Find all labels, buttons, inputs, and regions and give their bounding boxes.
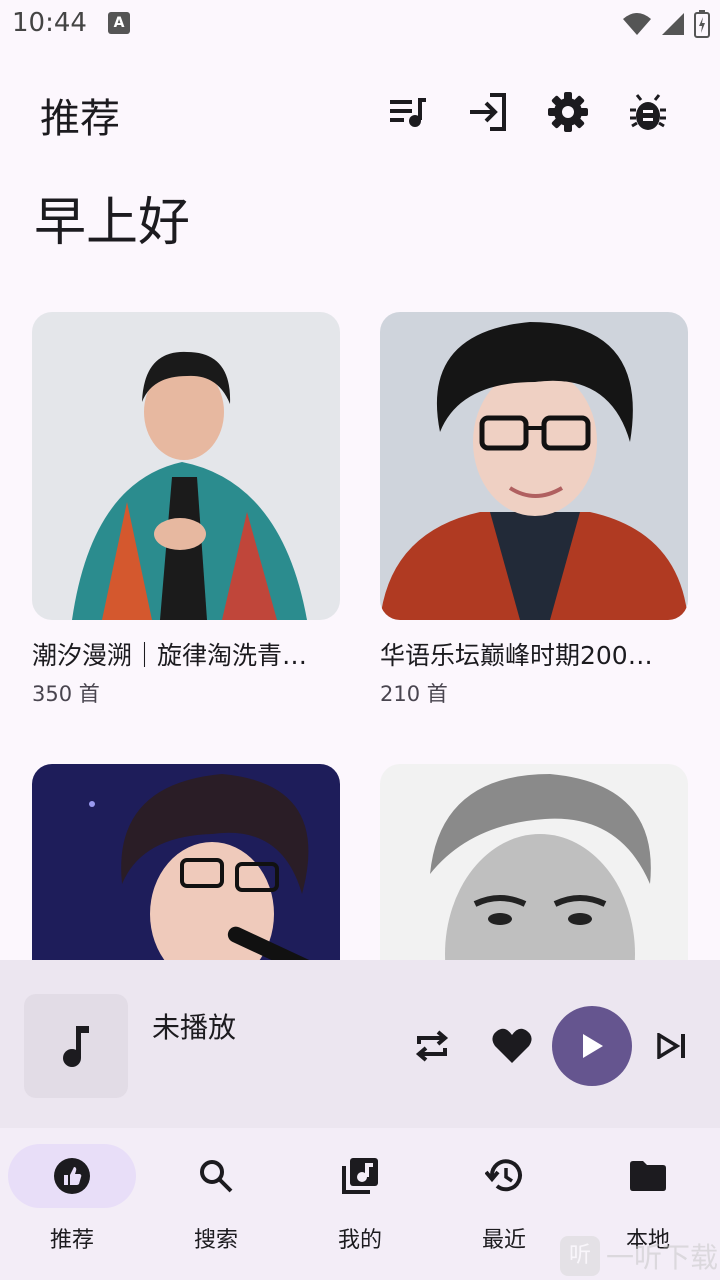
heart-icon bbox=[492, 1028, 532, 1063]
nav-item-search[interactable]: 搜索 bbox=[144, 1144, 288, 1264]
top-app-bar: 推荐 bbox=[0, 70, 720, 154]
status-bar: 10:44 A bbox=[0, 0, 720, 48]
nav-indicator bbox=[152, 1144, 280, 1208]
status-icons bbox=[622, 10, 710, 38]
mini-player[interactable]: 未播放 bbox=[0, 960, 720, 1128]
greeting-heading: 早上好 bbox=[34, 193, 191, 253]
notification-icon: A bbox=[108, 12, 130, 34]
skip-next-icon bbox=[657, 1033, 685, 1059]
play-icon bbox=[583, 1034, 603, 1058]
bug-report-icon[interactable] bbox=[626, 90, 670, 134]
cellular-icon bbox=[662, 13, 684, 35]
album-art-placeholder bbox=[24, 994, 128, 1098]
battery-icon bbox=[694, 10, 710, 38]
nav-label: 推荐 bbox=[49, 1228, 94, 1253]
nav-item-recent[interactable]: 最近 bbox=[432, 1144, 576, 1264]
playlist-cover bbox=[380, 312, 688, 620]
nav-item-recommend[interactable]: 推荐 bbox=[0, 1144, 144, 1264]
search-icon bbox=[200, 1160, 233, 1193]
nav-item-mine[interactable]: 我的 bbox=[288, 1144, 432, 1264]
queue-music-icon[interactable] bbox=[386, 90, 430, 134]
playlist-song-count: 210 首 bbox=[380, 682, 448, 706]
nav-label: 搜索 bbox=[193, 1228, 238, 1253]
now-playing-title: 未播放 bbox=[152, 1011, 237, 1044]
watermark-logo-icon: 听 bbox=[560, 1236, 600, 1276]
wifi-icon bbox=[623, 13, 651, 35]
watermark-text: 一听下载 bbox=[606, 1241, 719, 1274]
repeat-button[interactable] bbox=[408, 1022, 456, 1070]
playlist-title: 潮汐漫溯｜旋律淘洗青… bbox=[32, 641, 308, 670]
favorite-button[interactable] bbox=[488, 1022, 536, 1070]
playlist-card[interactable]: 潮汐漫溯｜旋律淘洗青… 350 首 bbox=[32, 312, 340, 708]
playlist-cover bbox=[32, 312, 340, 620]
library-music-icon bbox=[342, 1158, 378, 1194]
repeat-icon bbox=[415, 1030, 449, 1062]
nav-label: 最近 bbox=[481, 1228, 526, 1253]
watermark: 听 一听下载 bbox=[560, 1236, 718, 1276]
play-button[interactable] bbox=[552, 1006, 632, 1086]
playlist-song-count: 350 首 bbox=[32, 682, 100, 706]
nav-label: 我的 bbox=[337, 1228, 382, 1253]
settings-icon[interactable] bbox=[546, 90, 590, 134]
page-title: 推荐 bbox=[40, 96, 120, 142]
nav-indicator bbox=[8, 1144, 136, 1208]
nav-indicator bbox=[584, 1144, 712, 1208]
thumb-up-icon bbox=[54, 1158, 90, 1194]
next-button[interactable] bbox=[650, 1022, 694, 1070]
nav-indicator bbox=[440, 1144, 568, 1208]
music-note-icon bbox=[63, 1026, 89, 1067]
status-time: 10:44 bbox=[12, 8, 87, 38]
folder-icon bbox=[630, 1161, 666, 1191]
login-icon[interactable] bbox=[466, 90, 510, 134]
history-icon bbox=[485, 1159, 522, 1192]
playlist-card[interactable]: 华语乐坛巅峰时期200… 210 首 bbox=[380, 312, 688, 708]
nav-indicator bbox=[296, 1144, 424, 1208]
playlist-title: 华语乐坛巅峰时期200… bbox=[380, 641, 653, 670]
